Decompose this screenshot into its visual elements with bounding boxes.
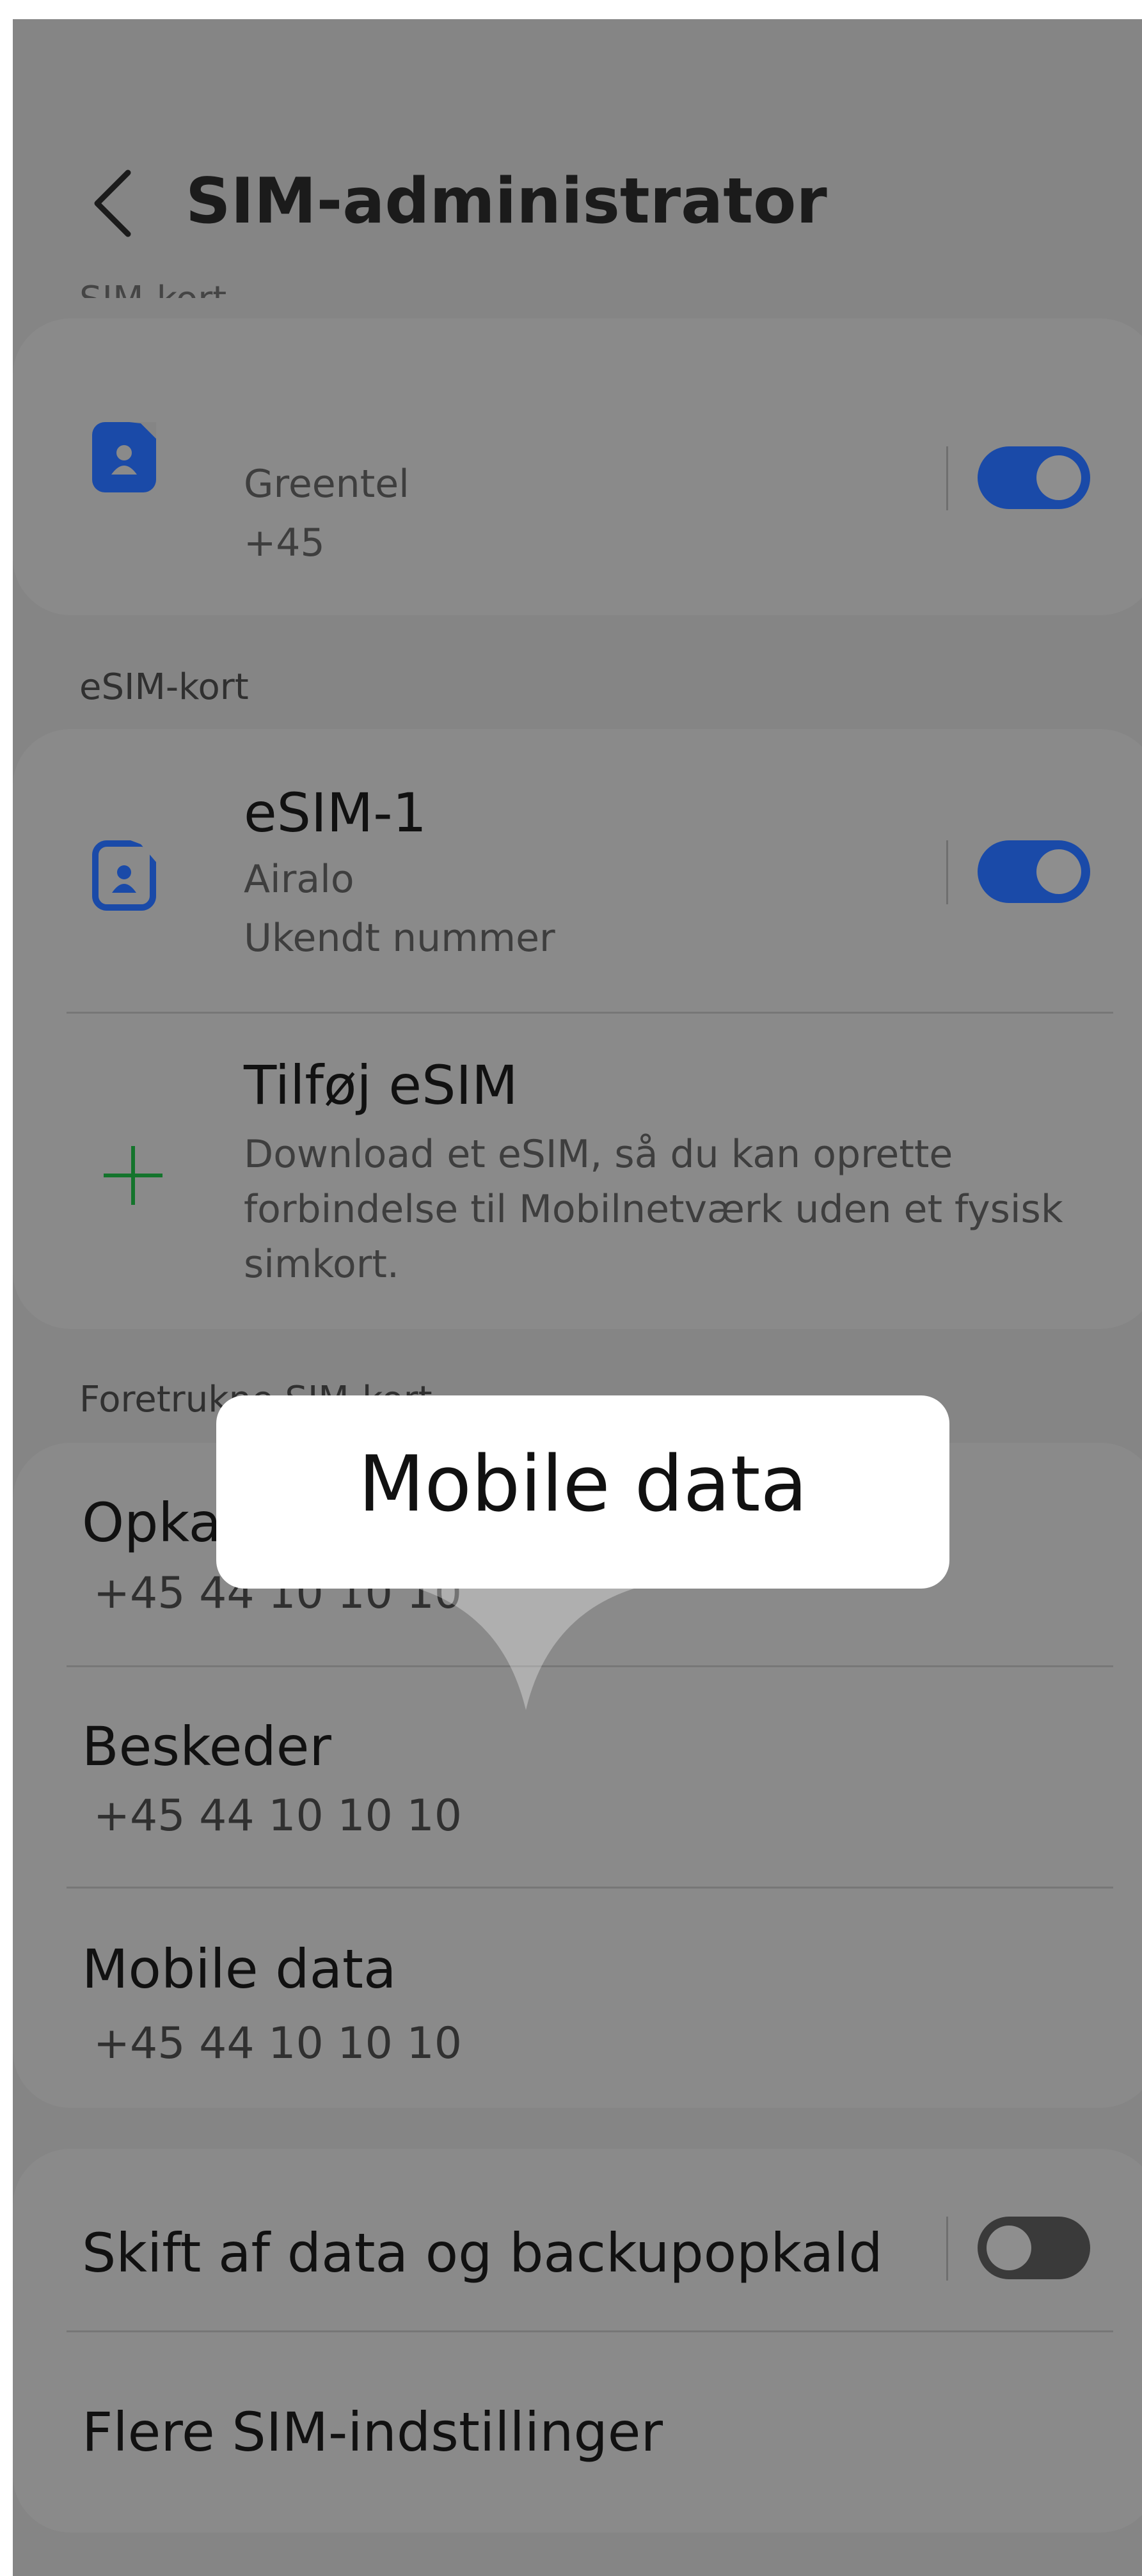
- add-esim-title: Tilføj eSIM: [244, 1054, 518, 1117]
- tooltip-bubble: Mobile data: [216, 1395, 949, 1589]
- settings-divider: [67, 2330, 1113, 2332]
- sim-section-label: SIM-kort: [79, 276, 226, 298]
- esim-title: eSIM-1: [244, 781, 427, 844]
- esim-toggle-divider: [946, 840, 948, 904]
- tooltip-text: Mobile data: [358, 1440, 808, 1529]
- esim-number: Ukendt nummer: [244, 916, 555, 961]
- esim-divider: [67, 1012, 1113, 1014]
- esim-toggle[interactable]: [978, 840, 1090, 903]
- plus-icon: [104, 1146, 163, 1205]
- sim-card-icon: [92, 422, 156, 492]
- preferred-messages-title: Beskeder: [82, 1715, 331, 1778]
- preferred-mobile-data-value: +45 44 10 10 10: [93, 2018, 463, 2069]
- chevron-left-icon[interactable]: [83, 165, 141, 242]
- dimmed-screen: SIM-administrator SIM-kort Greentel +45 …: [13, 19, 1142, 2576]
- data-switch-label: Skift af data og backupopkald: [82, 2222, 883, 2284]
- add-esim-description-line3: simkort.: [244, 1242, 399, 1287]
- preferred-messages-value: +45 44 10 10 10: [93, 1791, 463, 1841]
- esim-section-label: eSIM-kort: [79, 666, 249, 708]
- sim-toggle[interactable]: [978, 446, 1090, 509]
- sim-toggle-divider: [946, 446, 948, 510]
- data-switch-toggle[interactable]: [978, 2217, 1090, 2279]
- preferred-mobile-data-title: Mobile data: [82, 1938, 397, 2000]
- more-sim-settings-link[interactable]: Flere SIM-indstillinger: [82, 2401, 663, 2463]
- tooltip-pointer: [404, 1585, 647, 1710]
- esim-operator: Airalo: [244, 857, 354, 902]
- add-esim-description-line2: forbindelse til Mobilnetværk uden et fys…: [244, 1187, 1063, 1232]
- preferred-divider-2: [67, 1887, 1113, 1889]
- sim-number: +45: [244, 521, 325, 565]
- add-esim-description-line1: Download et eSIM, så du kan oprette: [244, 1132, 953, 1177]
- data-switch-divider: [946, 2217, 948, 2281]
- settings-card-group: [13, 2149, 1142, 2533]
- esim-card-icon: [92, 840, 156, 911]
- page-title: SIM-administrator: [186, 165, 827, 238]
- sim-operator: Greentel: [244, 462, 409, 507]
- sim-card-group: [13, 318, 1142, 615]
